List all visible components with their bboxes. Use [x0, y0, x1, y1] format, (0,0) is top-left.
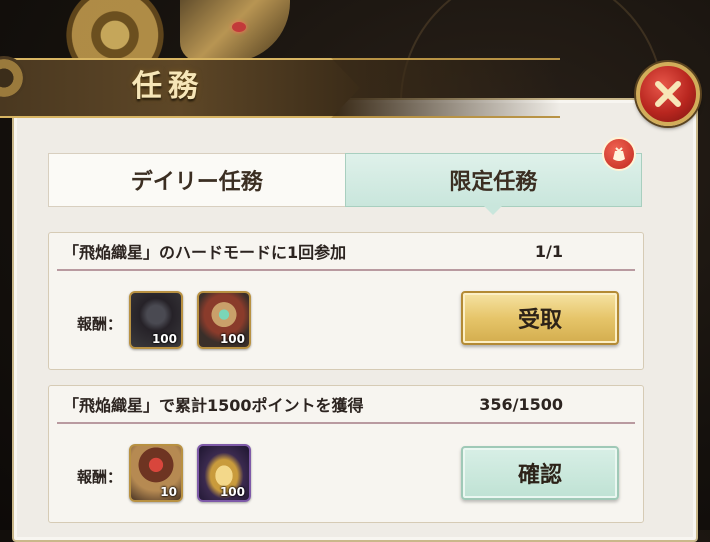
gold-ingot-icon[interactable]: 100 [197, 444, 251, 502]
tab-bar: デイリー任務 限定任務 [48, 153, 642, 215]
mission-header: 「飛焔織星」のハードモードに1回参加 1/1 [57, 233, 635, 271]
close-button[interactable] [636, 62, 700, 126]
mission-header: 「飛焔織星」で累計1500ポイントを獲得 356/1500 [57, 386, 635, 424]
reward-quantity: 100 [219, 485, 245, 499]
mission-title: 「飛焔織星」で累計1500ポイントを獲得 [63, 396, 364, 415]
notification-badge [602, 137, 636, 171]
mission-progress: 356/1500 [479, 394, 563, 414]
close-icon [655, 81, 681, 107]
dark-crystal-icon[interactable]: 100 [129, 291, 183, 349]
reward-quantity: 100 [219, 332, 245, 346]
treasure-box-icon[interactable]: 10 [129, 444, 183, 502]
mission-card: 「飛焔織星」で累計1500ポイントを獲得 356/1500 報酬： 10 100… [48, 385, 644, 523]
reward-quantity: 10 [160, 485, 177, 499]
claim-button[interactable]: 受取 [461, 291, 619, 345]
mission-progress: 1/1 [534, 241, 563, 261]
mission-card: 「飛焔織星」のハードモードに1回参加 1/1 報酬： 100 100 受取 [48, 232, 644, 370]
reward-label: 報酬： [77, 468, 123, 486]
jade-pendant-icon[interactable]: 100 [197, 291, 251, 349]
reward-quantity: 100 [151, 332, 177, 346]
confirm-button[interactable]: 確認 [461, 446, 619, 500]
dragon-eye-decoration [232, 22, 246, 32]
tab-daily[interactable]: デイリー任務 [48, 153, 345, 207]
page-title: 任務 [132, 69, 204, 104]
title-banner [0, 58, 560, 118]
reward-label: 報酬： [77, 315, 123, 333]
pouch-icon [613, 147, 625, 161]
tab-limited[interactable]: 限定任務 [344, 153, 642, 215]
mission-title: 「飛焔織星」のハードモードに1回参加 [63, 243, 347, 262]
